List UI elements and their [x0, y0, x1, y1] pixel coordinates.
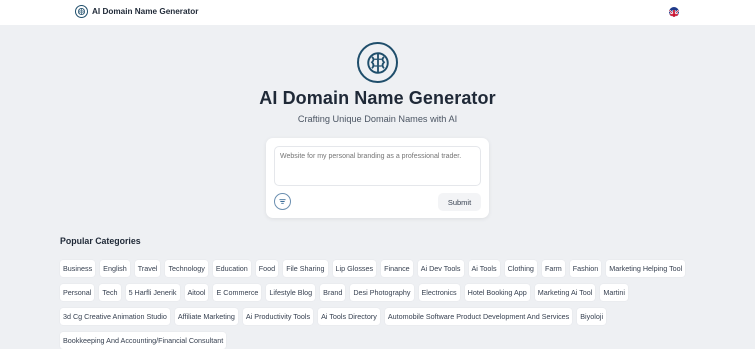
category-chip[interactable]: Marketing Helping Tool [606, 260, 686, 277]
category-chip[interactable]: 3d Cg Creative Animation Studio [60, 308, 170, 325]
category-chip[interactable]: Automobile Software Product Development … [384, 308, 573, 325]
category-chip[interactable]: Biyoloji [577, 308, 607, 325]
category-chip[interactable]: Fashion [569, 260, 602, 277]
category-chip[interactable]: File Sharing [283, 260, 328, 277]
category-chip[interactable]: E Commerce [213, 284, 262, 301]
category-chip[interactable]: Desi Photography [350, 284, 414, 301]
category-chip[interactable]: Martini [600, 284, 628, 301]
category-chip-list: Business English Travel Technology Education… [60, 260, 700, 349]
brain-globe-icon [75, 5, 88, 18]
category-chip[interactable]: Clothing [504, 260, 537, 277]
category-chip[interactable]: Electronics [418, 284, 460, 301]
category-chip[interactable]: Tech [99, 284, 121, 301]
uk-flag-icon[interactable] [669, 7, 679, 17]
filter-button[interactable] [274, 193, 291, 210]
category-chip[interactable]: Hotel Booking App [464, 284, 530, 301]
categories-heading: Popular Categories [60, 236, 141, 246]
hero-logo-icon [357, 42, 398, 83]
category-chip[interactable]: Affiliate Marketing [174, 308, 238, 325]
category-chip[interactable]: Ai Tools Directory [318, 308, 380, 325]
category-chip[interactable]: Technology [165, 260, 208, 277]
top-navbar: AI Domain Name Generator [0, 0, 755, 25]
category-chip[interactable]: Aitool [184, 284, 209, 301]
category-chip[interactable]: Brand [320, 284, 346, 301]
category-chip[interactable]: Travel [134, 260, 161, 277]
category-chip[interactable]: Food [255, 260, 279, 277]
category-chip[interactable]: Marketing Ai Tool [534, 284, 596, 301]
category-chip[interactable]: Lifestyle Blog [266, 284, 316, 301]
prompt-input[interactable] [274, 146, 481, 186]
category-chip[interactable]: Ai Tools [468, 260, 500, 277]
category-chip[interactable]: Bookkeeping And Accounting/Financial Con… [60, 332, 227, 349]
category-chip[interactable]: Education [212, 260, 251, 277]
category-chip[interactable]: Finance [381, 260, 413, 277]
generator-card: Submit [266, 138, 489, 218]
submit-button[interactable]: Submit [438, 193, 481, 211]
category-chip[interactable]: 5 Harfli Jenerik [125, 284, 180, 301]
category-chip[interactable]: Farm [541, 260, 565, 277]
category-chip[interactable]: Personal [60, 284, 95, 301]
category-chip[interactable]: Ai Dev Tools [417, 260, 464, 277]
category-chip[interactable]: English [100, 260, 130, 277]
page-subtitle: Crafting Unique Domain Names with AI [297, 114, 458, 124]
filter-lines-icon [279, 199, 286, 204]
brand-name: AI Domain Name Generator [92, 7, 199, 16]
brand-link[interactable]: AI Domain Name Generator [75, 5, 198, 18]
category-chip[interactable]: Lip Glosses [332, 260, 377, 277]
page-title: AI Domain Name Generator [259, 88, 496, 108]
category-chip[interactable]: Business [60, 260, 96, 277]
category-chip[interactable]: Ai Productivity Tools [242, 308, 314, 325]
